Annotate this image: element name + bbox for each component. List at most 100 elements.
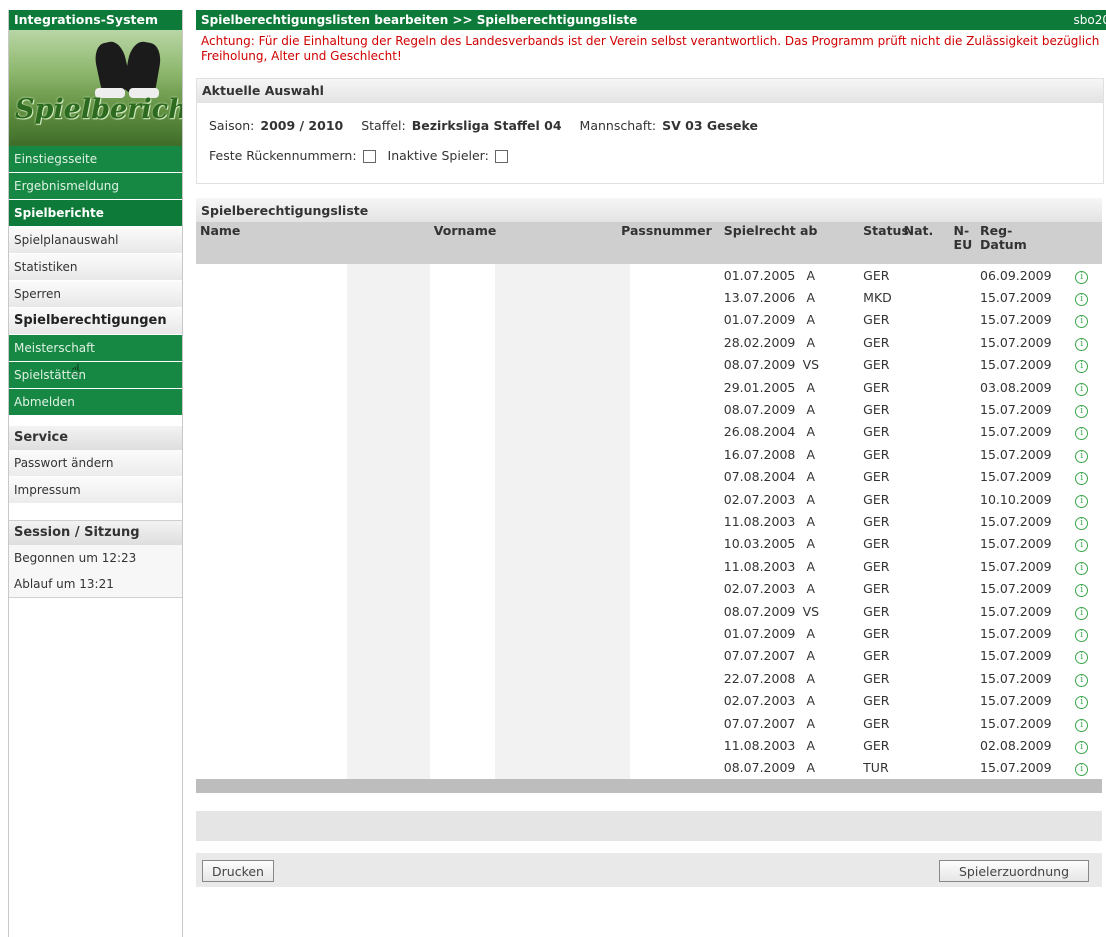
empty-cell (630, 443, 720, 465)
sidebar-item-spielplanauswahl[interactable]: Spielplanauswahl (9, 227, 182, 254)
sidebar-item-einstiegsseite[interactable]: Einstiegsseite (9, 146, 182, 173)
info-icon[interactable]: i (1075, 696, 1089, 710)
info-icon[interactable]: i (1075, 673, 1089, 687)
sidebar-item-abmelden[interactable]: Abmelden (9, 389, 182, 416)
cell-spielrecht: 22.07.2008 (723, 670, 796, 686)
table-row[interactable]: 13.07.2006 A MKD 15.07.2009 i (196, 286, 1102, 309)
print-button[interactable]: Drucken (202, 859, 274, 882)
page-header: Spielberechtigungslisten bearbeiten >> S… (196, 10, 1106, 30)
info-icon[interactable]: i (1075, 539, 1089, 553)
cell-nat: TUR (863, 760, 889, 776)
table-row[interactable]: 08.07.2009 A TUR 15.07.2009 i (196, 756, 1102, 779)
empty-cell (196, 622, 347, 644)
empty-cell (430, 712, 495, 734)
info-icon[interactable]: i (1075, 494, 1089, 508)
table-row[interactable]: 10.03.2005 A GER 15.07.2009 i (196, 532, 1102, 556)
info-icon[interactable]: i (1075, 740, 1089, 754)
table-row[interactable]: 08.07.2009 VS GER 15.07.2009 i (196, 599, 1102, 623)
table-row[interactable]: 08.07.2009 A GER 15.07.2009 i (196, 398, 1102, 421)
empty-cell (346, 756, 430, 779)
feste-rueckennummern-checkbox[interactable] (362, 150, 376, 163)
empty-cell (430, 689, 495, 711)
sidebar-item-ergebnismeldung[interactable]: Ergebnismeldung (9, 173, 182, 200)
table-row[interactable]: 07.07.2007 A GER 15.07.2009 i (196, 711, 1102, 735)
empty-cell (494, 555, 585, 578)
table-row[interactable]: 08.07.2009 VS GER 15.07.2009 i (196, 353, 1102, 376)
sidebar-item-meisterschaft[interactable]: Meisterschaft (9, 335, 182, 362)
info-icon[interactable]: i (1075, 472, 1089, 486)
sidebar-item-spielst-tten[interactable]: Spielstätten (9, 362, 182, 389)
table-row[interactable]: 01.07.2009 A GER 15.07.2009 i (196, 622, 1102, 645)
players-body: 01.07.2005 A GER 06.09.2009 i 13.07.2006 A MKD 1… (196, 264, 1102, 779)
table-row[interactable]: 01.07.2009 A GER 15.07.2009 i (196, 308, 1102, 332)
table-row[interactable]: 16.07.2008 A GER 15.07.2009 i (196, 443, 1102, 466)
empty-cell (196, 376, 347, 398)
empty-cell (494, 465, 585, 488)
empty-cell (196, 466, 347, 488)
table-row[interactable]: 01.07.2005 A GER 06.09.2009 i (196, 264, 1102, 287)
info-icon[interactable]: i (1075, 337, 1089, 351)
table-row[interactable]: 11.08.2003 A GER 15.07.2009 i (196, 555, 1102, 578)
table-row[interactable]: 02.07.2003 A GER 15.07.2009 i (196, 577, 1102, 600)
cell-spielrecht: 08.07.2009 (723, 357, 796, 373)
empty-cell (346, 644, 430, 668)
table-row[interactable]: 26.08.2004 A GER 15.07.2009 i (196, 420, 1102, 444)
info-icon[interactable]: i (1075, 584, 1089, 598)
info-icon[interactable]: i (1075, 360, 1089, 374)
info-icon[interactable]: i (1075, 427, 1089, 441)
info-icon[interactable]: i (1075, 405, 1089, 419)
spielerzuordnung-button[interactable]: Spielerzuordnung (939, 859, 1089, 882)
info-icon[interactable]: i (1075, 382, 1089, 396)
info-icon[interactable]: i (1075, 651, 1089, 665)
cell-spielrecht: 08.07.2009 (723, 402, 796, 418)
info-icon[interactable]: i (1075, 561, 1089, 575)
sidebar-item-passwort[interactable]: Passwort ändern (9, 450, 182, 477)
info-icon[interactable]: i (1075, 628, 1089, 642)
info-icon[interactable]: i (1075, 718, 1089, 732)
empty-cell (954, 286, 976, 308)
empty-cell (346, 308, 430, 332)
cell-spielrecht: 02.07.2003 (723, 693, 796, 709)
sidebar-item-statistiken[interactable]: Statistiken (9, 254, 182, 281)
empty-cell (346, 331, 430, 354)
table-row[interactable]: 02.07.2003 A GER 10.10.2009 i (196, 487, 1102, 511)
sidebar-item-spielberichte[interactable]: Spielberichte (9, 200, 182, 227)
empty-cell (954, 667, 976, 689)
info-icon[interactable]: i (1075, 763, 1089, 777)
cell-nat: GER (863, 737, 890, 753)
cell-spielrecht: 02.07.2003 (723, 491, 796, 507)
info-icon[interactable]: i (1075, 293, 1089, 307)
empty-cell (954, 421, 976, 443)
sidebar-item-impressum[interactable]: Impressum (9, 477, 182, 504)
table-row[interactable]: 11.08.2003 A GER 15.07.2009 i (196, 510, 1102, 533)
cell-nat: GER (863, 424, 890, 440)
empty-cell (900, 510, 927, 532)
table-row[interactable]: 29.01.2005 A GER 03.08.2009 i (196, 375, 1102, 399)
table-row[interactable]: 22.07.2008 A GER 15.07.2009 i (196, 667, 1102, 690)
cell-reg: 15.07.2009 (980, 513, 1052, 529)
table-row[interactable]: 11.08.2003 A GER 02.08.2009 i (196, 734, 1102, 757)
logo-banner: Spielbericht (9, 30, 182, 146)
empty-cell (927, 309, 954, 331)
inaktive-spieler-checkbox[interactable] (494, 150, 508, 163)
col-spielrecht: Spielrecht ab (719, 222, 860, 264)
empty-cell (927, 443, 954, 465)
sidebar-item-sperren[interactable]: Sperren (9, 281, 182, 308)
sidebar-item-spielberechtigungen[interactable]: Spielberechtigungen (9, 308, 182, 335)
info-icon[interactable]: i (1075, 449, 1089, 463)
empty-cell (584, 667, 630, 690)
info-icon[interactable]: i (1075, 315, 1089, 329)
table-row[interactable]: 07.07.2007 A GER 15.07.2009 i (196, 644, 1102, 668)
table-row[interactable]: 28.02.2009 A GER 15.07.2009 i (196, 331, 1102, 354)
table-row[interactable]: 07.08.2004 A GER 15.07.2009 i (196, 465, 1102, 488)
info-icon[interactable]: i (1075, 270, 1089, 284)
cell-spielrecht: 10.03.2005 (723, 536, 796, 552)
empty-cell (630, 331, 720, 353)
col-vorname: Vorname (429, 222, 585, 264)
cell-reg: 15.07.2009 (980, 715, 1052, 731)
empty-cell (584, 264, 630, 287)
empty-cell (630, 667, 720, 689)
table-row[interactable]: 02.07.2003 A GER 15.07.2009 i (196, 689, 1102, 712)
info-icon[interactable]: i (1075, 606, 1089, 620)
info-icon[interactable]: i (1075, 516, 1089, 530)
